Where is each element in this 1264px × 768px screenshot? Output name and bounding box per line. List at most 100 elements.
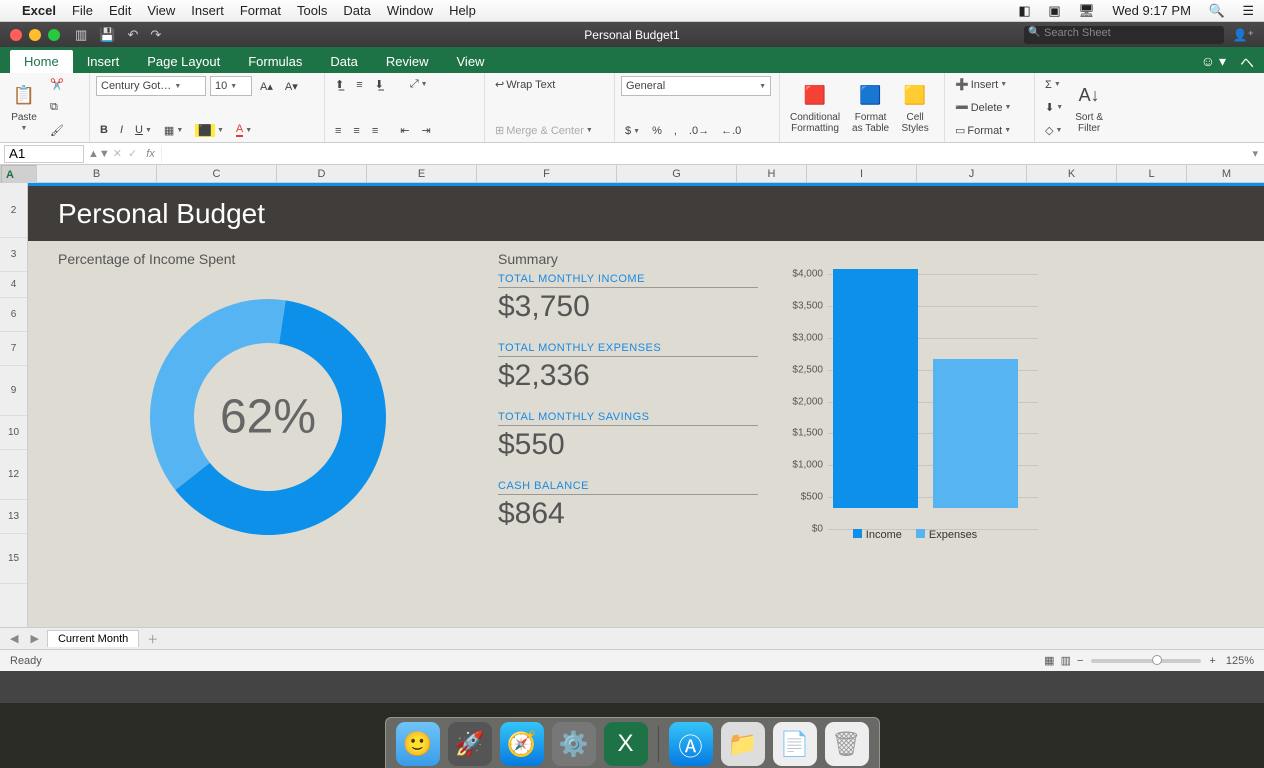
tab-formulas[interactable]: Formulas bbox=[234, 50, 316, 73]
percent-format-icon[interactable]: % bbox=[648, 123, 666, 139]
undo-icon[interactable]: ↶ bbox=[127, 27, 138, 43]
format-cells-button[interactable]: ▭ Format ▼ bbox=[951, 122, 1015, 139]
row-header-3[interactable]: 3 bbox=[0, 238, 27, 272]
underline-button[interactable]: U▼ bbox=[131, 122, 156, 138]
menu-edit[interactable]: Edit bbox=[109, 3, 131, 18]
align-middle-icon[interactable]: ≡ bbox=[352, 77, 366, 93]
tab-review[interactable]: Review bbox=[372, 50, 443, 73]
border-button[interactable]: ▦▼ bbox=[160, 122, 187, 139]
col-header-J[interactable]: J bbox=[917, 165, 1027, 182]
worksheet-area[interactable]: 23467910121315 Personal Budget Percentag… bbox=[0, 183, 1264, 627]
increase-indent-icon[interactable]: ⇥ bbox=[417, 122, 434, 139]
number-format-select[interactable]: General▼ bbox=[621, 76, 771, 96]
delete-cells-button[interactable]: ➖ Delete ▼ bbox=[951, 99, 1015, 116]
menu-help[interactable]: Help bbox=[449, 3, 476, 18]
cell-styles-button[interactable]: 🟨Cell Styles bbox=[897, 80, 933, 136]
tab-insert[interactable]: Insert bbox=[73, 50, 134, 73]
fill-color-button[interactable]: ⬛▼ bbox=[191, 122, 228, 139]
qat-icon[interactable]: ▥ bbox=[75, 27, 87, 43]
menu-tools[interactable]: Tools bbox=[297, 3, 327, 18]
align-top-icon[interactable]: ⬆̲ bbox=[331, 76, 348, 93]
app-menu[interactable]: Excel bbox=[22, 3, 56, 18]
close-window[interactable] bbox=[10, 29, 22, 41]
align-center-icon[interactable]: ≡ bbox=[349, 123, 363, 139]
menu-file[interactable]: File bbox=[72, 3, 93, 18]
zoom-out-icon[interactable]: − bbox=[1077, 655, 1083, 667]
font-color-button[interactable]: A▼ bbox=[232, 121, 256, 139]
redo-icon[interactable]: ↷ bbox=[150, 27, 161, 43]
insert-cells-button[interactable]: ➕ Insert ▼ bbox=[951, 76, 1011, 93]
wrap-text-button[interactable]: ↩ Wrap Text bbox=[491, 76, 559, 93]
decrease-decimal-icon[interactable]: ←.0 bbox=[717, 123, 745, 139]
align-left-icon[interactable]: ≡ bbox=[331, 123, 345, 139]
increase-decimal-icon[interactable]: .0→ bbox=[685, 123, 713, 139]
dock-safari[interactable]: 🧭 bbox=[500, 722, 544, 766]
formula-input[interactable] bbox=[161, 145, 1253, 163]
tab-home[interactable]: Home bbox=[10, 50, 73, 73]
row-header-7[interactable]: 7 bbox=[0, 332, 27, 366]
font-name-select[interactable]: Century Got…▼ bbox=[96, 76, 206, 96]
share-icon[interactable]: 👤⁺ bbox=[1233, 28, 1254, 42]
col-header-A[interactable]: A bbox=[1, 165, 37, 185]
dock-settings[interactable]: ⚙️ bbox=[552, 722, 596, 766]
view-normal-icon[interactable]: ▦ bbox=[1044, 654, 1054, 667]
add-sheet-button[interactable]: ＋ bbox=[143, 631, 162, 647]
tab-view[interactable]: View bbox=[443, 50, 499, 73]
copy-icon[interactable]: ⧉ bbox=[46, 99, 68, 116]
sheet-nav-first[interactable]: ◀ bbox=[6, 632, 22, 645]
accounting-format-icon[interactable]: $ ▼ bbox=[621, 123, 644, 139]
col-header-E[interactable]: E bbox=[367, 165, 477, 182]
col-header-I[interactable]: I bbox=[807, 165, 917, 182]
format-as-table-button[interactable]: 🟦Format as Table bbox=[848, 80, 893, 136]
col-header-C[interactable]: C bbox=[157, 165, 277, 182]
menubar-icon[interactable]: ◧ bbox=[1018, 3, 1030, 18]
dock-launchpad[interactable]: 🚀 bbox=[448, 722, 492, 766]
paste-button[interactable]: 📋 Paste▼ bbox=[6, 80, 42, 135]
clear-icon[interactable]: ◇ ▼ bbox=[1041, 122, 1067, 139]
align-bottom-icon[interactable]: ⬇̲ bbox=[371, 76, 388, 93]
enter-formula-icon[interactable]: ✓ bbox=[128, 147, 137, 160]
row-header-15[interactable]: 15 bbox=[0, 534, 27, 584]
row-header-4[interactable]: 4 bbox=[0, 272, 27, 298]
tab-data[interactable]: Data bbox=[316, 50, 371, 73]
increase-font-icon[interactable]: A▴ bbox=[256, 78, 277, 95]
dock-finder[interactable]: 🙂 bbox=[396, 722, 440, 766]
expand-formula-bar-icon[interactable]: ▾ bbox=[1252, 147, 1258, 160]
cut-icon[interactable]: ✂️ bbox=[46, 76, 68, 93]
row-header-6[interactable]: 6 bbox=[0, 298, 27, 332]
col-header-M[interactable]: M bbox=[1187, 165, 1264, 182]
decrease-indent-icon[interactable]: ⇤ bbox=[396, 122, 413, 139]
autosum-icon[interactable]: Σ ▼ bbox=[1041, 77, 1067, 93]
view-page-layout-icon[interactable]: ▥ bbox=[1061, 654, 1071, 667]
font-size-select[interactable]: 10▼ bbox=[210, 76, 252, 96]
menu-view[interactable]: View bbox=[147, 3, 175, 18]
zoom-level[interactable]: 125% bbox=[1226, 655, 1254, 667]
merge-center-button[interactable]: ⊞ Merge & Center ▼ bbox=[491, 122, 597, 139]
menu-insert[interactable]: Insert bbox=[191, 3, 224, 18]
col-header-F[interactable]: F bbox=[477, 165, 617, 182]
dock-folder[interactable]: 📁 bbox=[721, 722, 765, 766]
spotlight-icon[interactable]: 🔍 bbox=[1209, 3, 1225, 18]
smiley-feedback-icon[interactable]: ☺ ▾ bbox=[1201, 53, 1226, 73]
decrease-font-icon[interactable]: A▾ bbox=[281, 78, 302, 95]
menubar-clock[interactable]: Wed 9:17 PM bbox=[1112, 3, 1191, 18]
conditional-formatting-button[interactable]: 🟥Conditional Formatting bbox=[786, 80, 844, 136]
menubar-icon[interactable]: ☰ bbox=[1242, 3, 1254, 18]
tab-page-layout[interactable]: Page Layout bbox=[133, 50, 234, 73]
comma-format-icon[interactable]: , bbox=[670, 123, 681, 139]
fill-icon[interactable]: ⬇ ▼ bbox=[1041, 99, 1067, 116]
zoom-slider[interactable] bbox=[1091, 659, 1201, 663]
sheet-nav-next[interactable]: ▶ bbox=[26, 632, 42, 645]
bold-button[interactable]: B bbox=[96, 122, 112, 138]
orientation-icon[interactable]: ⤢▼ bbox=[406, 76, 432, 93]
col-header-D[interactable]: D bbox=[277, 165, 367, 182]
row-header-13[interactable]: 13 bbox=[0, 500, 27, 534]
col-header-H[interactable]: H bbox=[737, 165, 807, 182]
menu-data[interactable]: Data bbox=[343, 3, 370, 18]
sheet-content[interactable]: Personal Budget Percentage of Income Spe… bbox=[28, 183, 1264, 627]
name-box[interactable] bbox=[4, 145, 84, 163]
dock-trash[interactable]: 🗑 bbox=[825, 722, 869, 766]
format-painter-icon[interactable]: 🖌 bbox=[46, 122, 68, 139]
dock-appstore[interactable]: Ⓐ bbox=[669, 722, 713, 766]
menu-format[interactable]: Format bbox=[240, 3, 281, 18]
